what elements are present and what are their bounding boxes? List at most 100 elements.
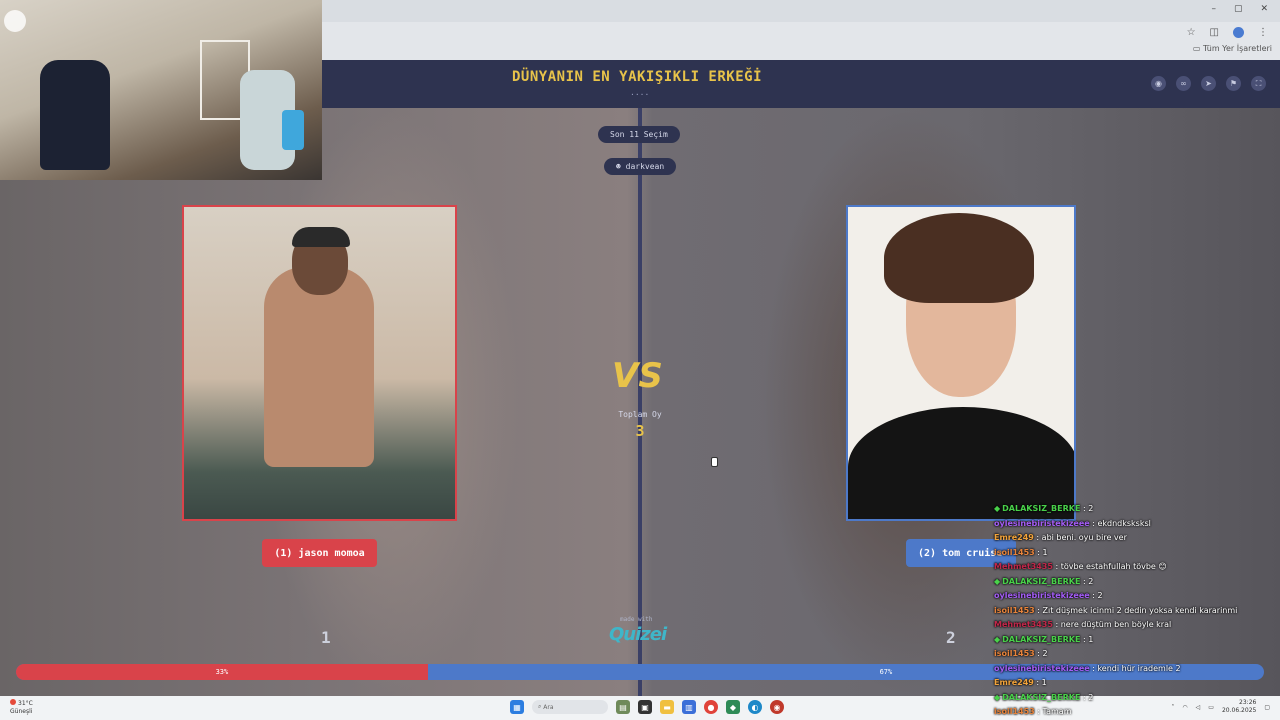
browser-menu-icon[interactable]: ⋮ — [1258, 27, 1268, 38]
chat-username: Mehmet3435 — [994, 562, 1053, 571]
chat-text: : 1 — [1082, 634, 1094, 644]
chat-badge-icon: ◆ — [994, 634, 1001, 644]
header-actions: ◉ ∞ ➤ ⚑ ⛶ — [1151, 76, 1266, 91]
chat-text: : 2 — [1037, 649, 1048, 658]
task-view-icon[interactable]: ▣ — [638, 700, 652, 714]
store-icon[interactable]: ▥ — [682, 700, 696, 714]
title-dots: .... — [630, 88, 650, 97]
webcam-bottle — [282, 110, 304, 150]
chat-message: Mehmet3435 : tövbe estahfullah tövbe 😊 — [994, 560, 1280, 575]
photo-body — [264, 267, 374, 467]
user-icon: ☻ — [616, 162, 626, 171]
chat-username: isoil1453 — [994, 649, 1035, 658]
all-bookmarks-link[interactable]: ▭ Tüm Yer İşaretleri — [1193, 44, 1272, 53]
score-right: 2 — [946, 628, 956, 647]
chat-username: DALAKSIZ_BERKE — [1002, 692, 1081, 702]
chat-message: isoil1453 : Tamam — [994, 705, 1280, 720]
chat-message: ◆ DALAKSIZ_BERKE : 2 — [994, 691, 1280, 706]
chat-text: : 2 — [1092, 591, 1103, 600]
bookmark-star-icon[interactable]: ☆ — [1187, 27, 1196, 38]
chat-message: Emre249 : abi beni. oyu bire ver — [994, 531, 1280, 546]
chat-text: : 2 — [1082, 692, 1094, 702]
progress-segment-left: 33% — [16, 664, 428, 680]
chat-badge-icon: ◆ — [994, 576, 1001, 586]
weather-widget[interactable]: 31°C Güneşli — [10, 699, 33, 716]
chat-text: : 2 — [1082, 504, 1094, 513]
edge-icon[interactable]: ◐ — [748, 700, 762, 714]
chat-badge-icon: ◆ — [994, 504, 1001, 513]
center-divider — [638, 108, 642, 696]
webcam-overlay — [0, 0, 322, 180]
chat-message: oylesinebiristekizeee : ekdndksksksl — [994, 517, 1280, 532]
file-explorer-icon[interactable]: ▬ — [660, 700, 674, 714]
browser-tab-strip — [322, 0, 1280, 22]
chat-message: ◆ DALAKSIZ_BERKE : 1 — [994, 633, 1280, 648]
profile-avatar[interactable] — [1233, 26, 1244, 38]
windows-start-icon[interactable]: ▦ — [510, 700, 524, 714]
chat-username: oylesinebiristekizeee — [994, 591, 1090, 600]
total-votes-label: Toplam Oy — [618, 410, 662, 419]
chat-text: : abi beni. oyu bire ver — [1036, 533, 1127, 542]
last-choices-pill[interactable]: Son 11 Seçim — [598, 126, 680, 143]
close-button[interactable]: ✕ — [1260, 4, 1268, 14]
photo-cap — [292, 227, 350, 247]
stream-chat-overlay: ◆ DALAKSIZ_BERKE : 2 oylesinebiristekizeee… — [994, 502, 1280, 720]
chat-text: : kendi hür irademle 2 — [1092, 663, 1181, 673]
chat-message: ◆ DALAKSIZ_BERKE : 2 — [994, 502, 1280, 517]
extensions-icon[interactable]: ◫ — [1210, 27, 1219, 38]
chat-username: DALAKSIZ_BERKE — [1002, 576, 1081, 586]
contender-image-right[interactable] — [846, 205, 1076, 521]
chat-message: isoil1453 : Zıt düşmek icinmi 2 dedin yo… — [994, 604, 1280, 619]
chat-text: : 2 — [1082, 576, 1094, 586]
chat-text: : Tamam — [1037, 707, 1072, 716]
taskbar-search[interactable]: ⌕ Ara — [532, 700, 608, 714]
browser-window: – ▢ ✕ ☆ ◫ ⋮ ▭ Tüm Yer İşaretleri — [322, 0, 1280, 60]
chat-message: ◆ DALAKSIZ_BERKE : 2 — [994, 575, 1280, 590]
app-icon[interactable]: ◆ — [726, 700, 740, 714]
total-votes-value: 3 — [635, 422, 645, 440]
chat-badge-icon: ◆ — [994, 692, 1001, 702]
vs-lightning-icon: VS — [612, 356, 663, 396]
chat-username: Mehmet3435 — [994, 620, 1053, 629]
app-header: DÜNYANIN EN YAKIŞIKLI ERKEĞİ .... ◉ ∞ ➤ … — [322, 60, 1280, 108]
window-controls: – ▢ ✕ — [1211, 4, 1268, 14]
chat-text: : tövbe estahfullah tövbe 😊 — [1055, 562, 1167, 571]
chat-username: DALAKSIZ_BERKE — [1002, 504, 1081, 513]
send-icon[interactable]: ➤ — [1201, 76, 1216, 91]
chat-text: : Zıt düşmek icinmi 2 dedin yoksa kendi … — [1037, 605, 1238, 615]
chat-message: isoil1453 : 1 — [994, 546, 1280, 561]
made-with-label: made with — [620, 616, 653, 623]
chat-username: oylesinebiristekizeee — [994, 663, 1090, 673]
chat-message: Emre249 : 1 — [994, 676, 1280, 691]
chat-message: oylesinebiristekizeee : 2 — [994, 589, 1280, 604]
minimize-button[interactable]: – — [1211, 4, 1216, 14]
contender-image-left[interactable] — [182, 205, 457, 521]
mouse-cursor-icon — [711, 457, 718, 467]
chat-text: : 1 — [1036, 678, 1047, 687]
widgets-icon[interactable]: ▤ — [616, 700, 630, 714]
chat-username: DALAKSIZ_BERKE — [1002, 634, 1081, 644]
chat-username: Emre249 — [994, 678, 1034, 687]
score-left: 1 — [321, 628, 331, 647]
fullscreen-icon[interactable]: ⛶ — [1251, 76, 1266, 91]
chat-text: : nere düştüm ben böyle kral — [1055, 620, 1172, 629]
chat-username: isoil1453 — [994, 605, 1035, 615]
chat-username: oylesinebiristekizeee — [994, 518, 1090, 528]
chrome-icon[interactable]: ● — [704, 700, 718, 714]
taskbar-apps: ▦ ⌕ Ara ▤ ▣ ▬ ▥ ● ◆ ◐ ◉ — [510, 700, 784, 714]
recorder-icon[interactable]: ◉ — [770, 700, 784, 714]
vote-button-left[interactable]: (1) jason momoa — [262, 539, 377, 567]
chat-username: isoil1453 — [994, 707, 1035, 716]
folder-icon: ▭ — [1192, 44, 1201, 53]
quizei-logo[interactable]: Quizei — [609, 624, 667, 645]
flag-icon[interactable]: ⚑ — [1226, 76, 1241, 91]
user-pill: ☻ darkvean — [604, 158, 677, 175]
chat-username: isoil1453 — [994, 547, 1035, 557]
maximize-button[interactable]: ▢ — [1234, 4, 1243, 14]
webcam-lamp — [4, 10, 26, 32]
page-title: DÜNYANIN EN YAKIŞIKLI ERKEĞİ — [512, 69, 763, 85]
chat-message: oylesinebiristekizeee : kendi hür iradem… — [994, 662, 1280, 677]
eye-icon[interactable]: ◉ — [1151, 76, 1166, 91]
link-icon[interactable]: ∞ — [1176, 76, 1191, 91]
webcam-gaming-chair — [40, 60, 110, 170]
